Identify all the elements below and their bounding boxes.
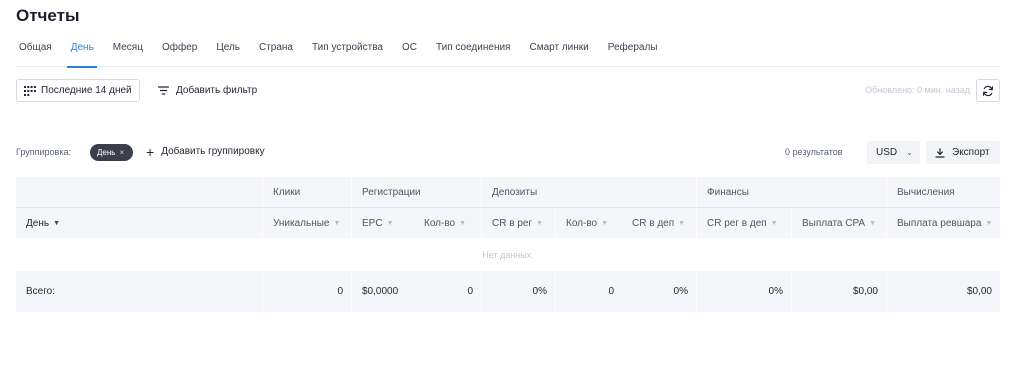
- caret-down-icon: ▼: [459, 219, 467, 227]
- total-payout-revshare: $0,00: [886, 271, 1000, 312]
- caret-down-icon: ▼: [601, 219, 609, 227]
- total-cr-reg: 0%: [481, 271, 555, 312]
- tab-goal[interactable]: Цель: [207, 40, 250, 67]
- caret-down-icon: ▼: [536, 219, 544, 227]
- column-payout-cpa-label: Выплата CPA: [802, 217, 866, 229]
- column-payout-revshare-label: Выплата ревшара: [897, 217, 982, 229]
- column-dep-count[interactable]: Кол-во ▼: [555, 208, 622, 238]
- column-cr-reg-dep[interactable]: CR рег в деп ▼: [696, 208, 791, 238]
- grid-icon: [24, 85, 36, 96]
- chip-label: День: [97, 148, 116, 157]
- tab-month[interactable]: Месяц: [103, 40, 152, 67]
- period-label: Последние 14 дней: [41, 85, 132, 96]
- page-title: Отчеты: [16, 6, 80, 25]
- tab-day[interactable]: День: [61, 40, 103, 68]
- add-grouping-label: Добавить группировку: [161, 146, 265, 157]
- empty-state-text: Нет данных.: [482, 249, 534, 260]
- column-reg-count-label: Кол-во: [424, 217, 456, 229]
- tab-country[interactable]: Страна: [249, 40, 302, 67]
- chip-close-icon[interactable]: ×: [119, 148, 124, 157]
- total-payout-cpa: $0,00: [791, 271, 886, 312]
- column-unique-label: Уникальные: [273, 217, 330, 229]
- add-filter-label: Добавить фильтр: [176, 85, 258, 96]
- tab-device-type[interactable]: Тип устройства: [303, 40, 393, 67]
- caret-down-icon: ▼: [333, 219, 341, 227]
- total-label: Всего:: [26, 286, 55, 297]
- updated-text: Обновлено: 0 мин. назад: [865, 85, 970, 95]
- table-column-header: День ▼ Уникальные ▼ EPC ▼ Кол-во ▼ CR в рег ▼…: [16, 208, 1000, 238]
- report-table: Клики Регистрации Депозиты Финансы Вычис…: [16, 177, 1000, 312]
- filter-lines-icon: [158, 86, 169, 95]
- export-label: Экспорт: [952, 147, 990, 158]
- total-epc: $0,0000: [351, 271, 414, 312]
- tab-general[interactable]: Общая: [16, 40, 61, 67]
- chevron-down-icon: ⌄: [906, 148, 913, 157]
- grouping-chip-day[interactable]: День ×: [90, 144, 133, 161]
- column-cr-dep-label: CR в деп: [632, 217, 675, 229]
- column-day[interactable]: День ▼: [16, 208, 262, 238]
- group-header-finance: Финансы: [696, 177, 886, 207]
- period-button[interactable]: Последние 14 дней: [16, 79, 140, 102]
- tab-referrals[interactable]: Рефералы: [598, 40, 667, 67]
- caret-down-icon: ▼: [869, 219, 877, 227]
- add-filter-button[interactable]: Добавить фильтр: [158, 79, 257, 102]
- column-cr-reg-label: CR в рег: [492, 217, 533, 229]
- tab-smart-links[interactable]: Смарт линки: [520, 40, 598, 67]
- tab-offer[interactable]: Оффер: [152, 40, 206, 67]
- column-reg-count[interactable]: Кол-во ▼: [414, 208, 481, 238]
- total-dep-count: 0: [555, 271, 622, 312]
- results-count: 0 результатов: [785, 147, 843, 157]
- tab-os[interactable]: ОС: [392, 40, 426, 67]
- column-epc-label: EPC: [362, 217, 383, 229]
- column-cr-reg-dep-label: CR рег в деп: [707, 217, 767, 229]
- group-header-registrations: Регистрации: [351, 177, 481, 207]
- caret-down-icon: ▼: [53, 219, 61, 227]
- column-dep-count-label: Кол-во: [566, 217, 598, 229]
- caret-down-icon: ▼: [678, 219, 686, 227]
- caret-down-icon: ▼: [985, 219, 993, 227]
- column-cr-reg[interactable]: CR в рег ▼: [481, 208, 555, 238]
- total-row: Всего: 0 $0,0000 0 0% 0 0% 0% $0,00 $0,0…: [16, 271, 1000, 312]
- caret-down-icon: ▼: [386, 219, 394, 227]
- group-header-empty: [16, 177, 262, 207]
- column-day-label: День: [26, 217, 50, 229]
- download-icon: [935, 147, 945, 158]
- column-unique[interactable]: Уникальные ▼: [262, 208, 351, 238]
- add-grouping-button[interactable]: + Добавить группировку: [146, 143, 265, 160]
- tab-connection-type[interactable]: Тип соединения: [426, 40, 520, 67]
- column-payout-revshare[interactable]: Выплата ревшара ▼: [886, 208, 1000, 238]
- refresh-icon: [982, 85, 994, 96]
- export-button[interactable]: Экспорт: [926, 141, 1000, 164]
- column-payout-cpa[interactable]: Выплата CPA ▼: [791, 208, 886, 238]
- plus-icon: +: [146, 143, 155, 160]
- group-header-deposits: Депозиты: [481, 177, 696, 207]
- report-tabs: Общая День Месяц Оффер Цель Страна Тип у…: [16, 40, 1000, 68]
- grouping-label: Группировка:: [16, 147, 71, 157]
- currency-value: USD: [876, 147, 898, 158]
- group-header-calculations: Вычисления: [886, 177, 1000, 207]
- caret-down-icon: ▼: [770, 219, 778, 227]
- column-cr-dep[interactable]: CR в деп ▼: [622, 208, 696, 238]
- total-reg-count: 0: [467, 286, 473, 297]
- total-cr-reg-dep: 0%: [696, 271, 791, 312]
- group-header-clicks: Клики: [262, 177, 351, 207]
- refresh-button[interactable]: [976, 79, 1000, 102]
- currency-select[interactable]: USD ⌄: [867, 141, 920, 164]
- total-cr-dep: 0%: [673, 286, 688, 297]
- total-unique: 0: [262, 271, 351, 312]
- column-epc[interactable]: EPC ▼: [351, 208, 414, 238]
- table-group-header: Клики Регистрации Депозиты Финансы Вычис…: [16, 177, 1000, 208]
